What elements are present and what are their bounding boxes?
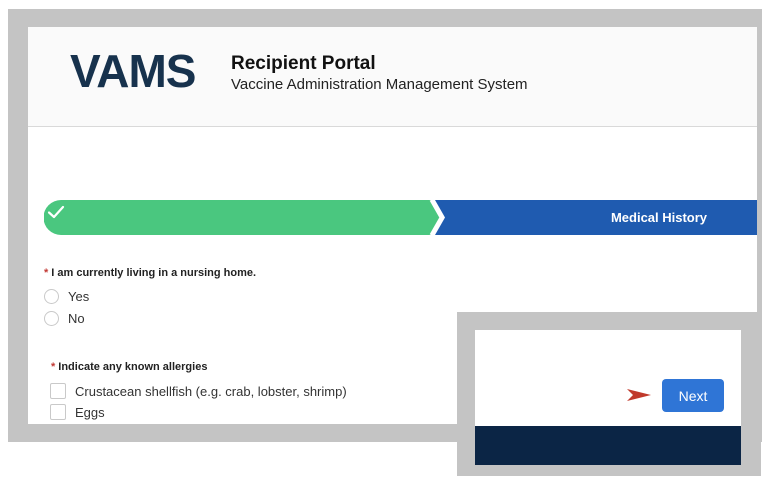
progress-step-completed	[44, 200, 441, 235]
progress-current-step-label: Medical History	[610, 210, 708, 225]
portal-subtitle: Vaccine Administration Management System	[231, 76, 528, 93]
allergy-option-shellfish[interactable]: Crustacean shellfish (e.g. crab, lobster…	[50, 383, 347, 399]
nursing-home-label: I am currently living in a nursing home.	[51, 267, 257, 279]
nursing-home-question: * I am currently living in a nursing home…	[44, 267, 256, 279]
radio-label-yes: Yes	[68, 289, 90, 304]
arrow-right-icon	[627, 389, 651, 401]
checkbox[interactable]	[50, 404, 66, 420]
allergy-option-eggs[interactable]: Eggs	[50, 404, 105, 420]
allergies-label: Indicate any known allergies	[58, 361, 208, 373]
vams-logo: VAMS	[70, 44, 196, 98]
page-footer	[475, 426, 741, 465]
allergies-question: * Indicate any known allergies	[51, 361, 207, 373]
zoom-inset: Next	[475, 330, 741, 465]
radio-button[interactable]	[44, 289, 59, 304]
allergy-label-shellfish: Crustacean shellfish (e.g. crab, lobster…	[75, 383, 347, 399]
radio-option-no[interactable]: No	[44, 311, 85, 326]
radio-button[interactable]	[44, 311, 59, 326]
radio-label-no: No	[68, 311, 85, 326]
allergy-label-eggs: Eggs	[75, 404, 105, 420]
required-marker: *	[44, 267, 49, 279]
portal-header: VAMS Recipient Portal Vaccine Administra…	[28, 27, 757, 127]
check-icon	[47, 205, 65, 219]
radio-option-yes[interactable]: Yes	[44, 289, 89, 304]
required-marker: *	[51, 361, 56, 373]
progress-bar: Medical History	[44, 200, 757, 235]
portal-title: Recipient Portal	[231, 53, 376, 74]
checkbox[interactable]	[50, 383, 66, 399]
logo-text: VAMS	[70, 45, 196, 97]
next-button[interactable]: Next	[662, 379, 724, 412]
